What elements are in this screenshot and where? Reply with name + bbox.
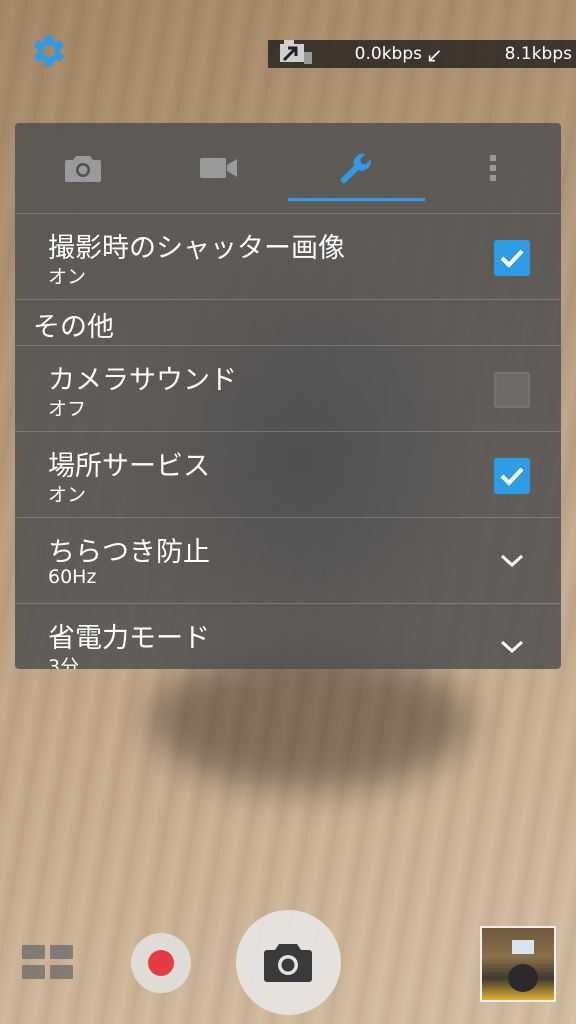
download-rate: 8.1kbps [504, 44, 572, 64]
setting-value: オフ [48, 398, 87, 420]
setting-camera-sound[interactable]: カメラサウンド オフ [15, 345, 561, 432]
upload-rate: 0.0kbps [354, 44, 422, 64]
chevron-down-icon[interactable] [499, 552, 525, 570]
setting-location[interactable]: 場所サービス オン [15, 431, 561, 518]
setting-value: オン [48, 266, 87, 288]
network-status-bar: 0.0kbps ↙ 8.1kbps [268, 40, 576, 68]
download-arrow-icon: ↙ [426, 43, 443, 67]
viewfinder-shadow [150, 650, 470, 790]
gallery-thumbnail[interactable] [480, 926, 556, 1002]
mode-grid-button[interactable] [22, 945, 74, 981]
thumbnail-detail [512, 940, 534, 954]
tab-photo[interactable] [45, 141, 121, 195]
setting-title: 省電力モード [48, 623, 210, 654]
setting-shutter-image[interactable]: 撮影時のシャッター画像 オン [15, 213, 561, 300]
grid-cell [50, 945, 73, 959]
section-other: その他 [15, 299, 561, 346]
setting-power-saving[interactable]: 省電力モード 3分 [15, 603, 561, 669]
setting-title: 撮影時のシャッター画像 [48, 233, 345, 264]
shutter-image-checkbox[interactable] [494, 240, 530, 276]
wrench-icon [340, 153, 371, 184]
video-icon [200, 158, 237, 178]
location-checkbox[interactable] [494, 458, 530, 494]
record-button[interactable] [131, 933, 191, 993]
shutter-button[interactable] [236, 910, 341, 1015]
chevron-down-icon[interactable] [499, 638, 525, 656]
setting-value: 60Hz [48, 566, 97, 588]
section-title: その他 [33, 312, 114, 343]
setting-title: 場所サービス [48, 451, 210, 482]
tab-more[interactable] [455, 141, 531, 195]
check-icon [500, 467, 524, 486]
grid-cell [22, 945, 45, 959]
setting-value: オン [48, 484, 87, 506]
thumbnail-detail [508, 964, 538, 992]
tab-tools[interactable] [318, 141, 394, 195]
setting-title: ちらつき防止 [48, 537, 210, 568]
network-transfer-icon [280, 40, 312, 64]
camera-icon [264, 944, 312, 982]
tab-video[interactable] [181, 141, 257, 195]
setting-anti-flicker[interactable]: ちらつき防止 60Hz [15, 517, 561, 604]
settings-tabs [15, 123, 561, 213]
selected-tab-indicator [288, 198, 425, 201]
setting-title: カメラサウンド [48, 365, 237, 396]
setting-value: 3分 [48, 656, 80, 669]
camera-sound-checkbox[interactable] [494, 372, 530, 408]
more-vertical-icon [490, 155, 496, 181]
gear-icon[interactable] [28, 30, 70, 72]
record-dot-icon [148, 950, 174, 976]
camera-icon [65, 156, 101, 182]
grid-cell [50, 965, 73, 979]
settings-panel: 撮影時のシャッター画像 オン その他 カメラサウンド オフ 場所サービス オン … [15, 123, 561, 669]
grid-cell [22, 965, 45, 979]
check-icon [500, 249, 524, 268]
